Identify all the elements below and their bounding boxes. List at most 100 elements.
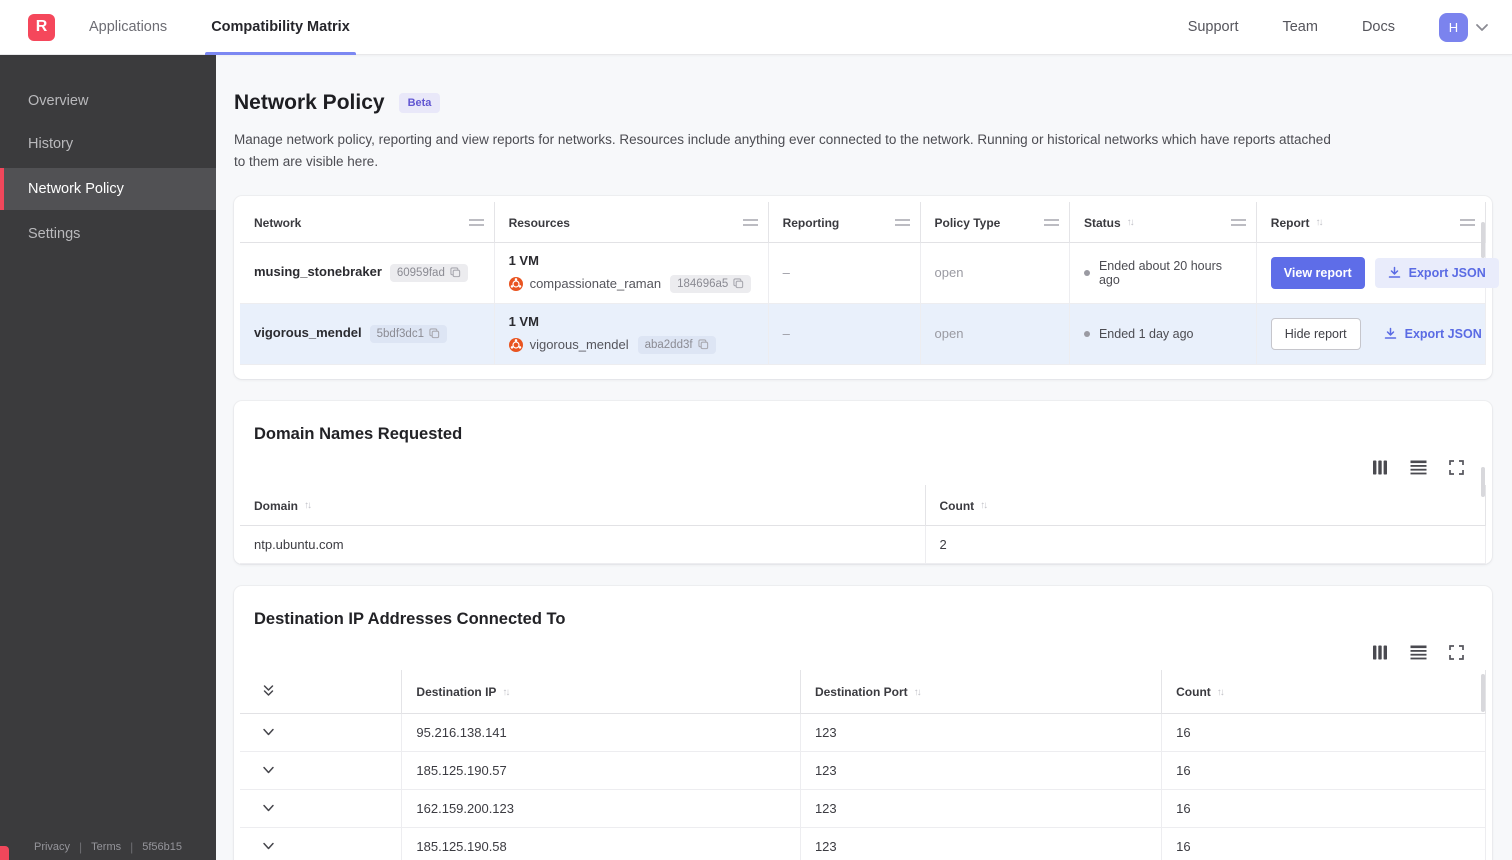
destination-port-value: 123 xyxy=(800,789,1163,828)
chevron-down-icon[interactable] xyxy=(262,842,275,851)
sort-icon[interactable]: ↑↓ xyxy=(1217,687,1225,698)
vertical-scrollbar[interactable] xyxy=(1481,673,1485,712)
sort-icon[interactable]: ↑↓ xyxy=(1315,217,1323,228)
destination-count-value: 16 xyxy=(1161,751,1486,790)
export-json-button[interactable]: Export JSON xyxy=(1374,257,1499,288)
sidebar: Overview History Network Policy Settings… xyxy=(0,55,216,860)
reporting-value: – xyxy=(768,242,921,304)
network-id-badge: 5bdf3dc1 xyxy=(369,324,447,343)
terms-link[interactable]: Terms xyxy=(91,841,121,853)
copy-icon[interactable] xyxy=(733,278,744,289)
sidebar-item-overview[interactable]: Overview xyxy=(0,82,216,120)
tab-compatibility-matrix[interactable]: Compatibility Matrix xyxy=(205,0,356,55)
sidebar-item-settings[interactable]: Settings xyxy=(0,215,216,253)
domain-row[interactable]: ntp.ubuntu.com 2 xyxy=(240,525,1487,564)
vertical-scrollbar[interactable] xyxy=(1481,221,1485,258)
col-header-destination-port[interactable]: Destination Port ↑↓ xyxy=(800,669,1163,714)
page-description: Manage network policy, reporting and vie… xyxy=(234,132,1331,170)
destination-port-value: 123 xyxy=(800,827,1163,860)
networks-card: Network Resources Reporting Policy Type … xyxy=(234,195,1499,379)
policy-type-value: open xyxy=(920,242,1070,304)
column-resize-handle-icon[interactable] xyxy=(1230,219,1246,227)
destination-row: 185.125.190.57 123 16 xyxy=(240,751,1486,790)
destination-count-value: 16 xyxy=(1161,713,1486,752)
fullscreen-expand-icon[interactable] xyxy=(1449,459,1464,475)
destinations-card: Destination IP Addresses Connected To De… xyxy=(234,585,1492,860)
destination-ip-value: 185.125.190.57 xyxy=(401,751,801,790)
nav-link-docs[interactable]: Docs xyxy=(1362,19,1395,35)
network-name: vigorous_mendel xyxy=(254,324,362,340)
col-header-report[interactable]: Report ↑↓ xyxy=(1256,201,1487,243)
destination-row: 185.125.190.58 123 16 xyxy=(240,827,1486,860)
view-report-button[interactable]: View report xyxy=(1270,256,1365,289)
nav-link-team[interactable]: Team xyxy=(1282,19,1317,35)
double-chevron-down-icon[interactable] xyxy=(262,684,275,698)
row-density-icon[interactable] xyxy=(1410,645,1427,660)
vm-count: 1 VM xyxy=(508,313,539,329)
export-json-button[interactable]: Export JSON xyxy=(1371,319,1495,349)
sort-icon[interactable]: ↑↓ xyxy=(1127,217,1135,228)
columns-icon[interactable] xyxy=(1372,460,1388,475)
resource-name: compassionate_raman xyxy=(529,276,662,292)
sidebar-item-history[interactable]: History xyxy=(0,125,216,163)
hide-report-button[interactable]: Hide report xyxy=(1270,317,1361,350)
status-dot-icon xyxy=(1083,269,1090,276)
domains-card-title: Domain Names Requested xyxy=(254,424,463,443)
sidebar-item-network-policy[interactable]: Network Policy xyxy=(0,168,216,210)
col-header-network[interactable]: Network xyxy=(240,201,495,243)
user-avatar[interactable]: H xyxy=(1439,12,1468,42)
col-header-count[interactable]: Count ↑↓ xyxy=(925,484,1487,526)
corner-red-accent xyxy=(0,846,9,860)
sort-icon[interactable]: ↑↓ xyxy=(980,500,988,511)
reporting-value: – xyxy=(768,303,921,365)
destination-ip-value: 185.125.190.58 xyxy=(401,827,801,860)
vm-count: 1 VM xyxy=(508,252,539,268)
col-header-reporting[interactable]: Reporting xyxy=(768,201,921,243)
column-resize-handle-icon[interactable] xyxy=(468,219,484,227)
chevron-down-icon[interactable] xyxy=(262,804,275,813)
vertical-scrollbar[interactable] xyxy=(1481,466,1485,497)
col-header-expand-all[interactable] xyxy=(240,669,403,714)
chevron-down-icon[interactable] xyxy=(262,766,275,775)
copy-icon[interactable] xyxy=(429,328,440,339)
network-name: musing_stonebraker xyxy=(254,263,382,279)
privacy-link[interactable]: Privacy xyxy=(34,841,70,853)
destination-ip-value: 162.159.200.123 xyxy=(401,789,801,828)
domain-value: ntp.ubuntu.com xyxy=(240,525,926,564)
resource-id-badge: aba2dd3f xyxy=(637,335,716,354)
app-logo[interactable]: R xyxy=(28,13,55,41)
col-header-destination-ip[interactable]: Destination IP ↑↓ xyxy=(401,669,801,714)
status-cell: Ended about 20 hours ago xyxy=(1083,259,1246,287)
col-header-domain[interactable]: Domain ↑↓ xyxy=(240,484,926,526)
column-resize-handle-icon[interactable] xyxy=(894,219,910,227)
column-resize-handle-icon[interactable] xyxy=(742,219,758,227)
destination-row: 162.159.200.123 123 16 xyxy=(240,789,1486,828)
resource-id-badge: 184696a5 xyxy=(670,274,752,293)
user-menu-chevron-down-icon[interactable] xyxy=(1474,19,1490,35)
col-header-resources[interactable]: Resources xyxy=(494,201,769,243)
column-resize-handle-icon[interactable] xyxy=(1043,219,1059,227)
col-header-status[interactable]: Status ↑↓ xyxy=(1069,201,1257,243)
destination-row: 95.216.138.141 123 16 xyxy=(240,713,1486,752)
col-header-count[interactable]: Count ↑↓ xyxy=(1161,669,1486,714)
sort-icon[interactable]: ↑↓ xyxy=(304,500,312,511)
column-resize-handle-icon[interactable] xyxy=(1460,219,1475,227)
columns-icon[interactable] xyxy=(1372,645,1388,660)
row-density-icon[interactable] xyxy=(1410,460,1427,475)
resource-name: vigorous_mendel xyxy=(529,337,629,353)
nav-link-support[interactable]: Support xyxy=(1188,19,1239,35)
chevron-down-icon[interactable] xyxy=(262,728,275,737)
build-hash: 5f56b15 xyxy=(142,841,183,853)
destination-ip-value: 95.216.138.141 xyxy=(401,713,801,752)
destination-count-value: 16 xyxy=(1161,827,1486,860)
copy-icon[interactable] xyxy=(450,267,461,278)
network-row: musing_stonebraker 60959fad 1 VM compassi… xyxy=(240,242,1499,304)
copy-icon[interactable] xyxy=(697,339,709,350)
status-dot-icon xyxy=(1083,330,1090,337)
fullscreen-expand-icon[interactable] xyxy=(1449,644,1464,660)
col-header-policy-type[interactable]: Policy Type xyxy=(920,201,1070,243)
sort-icon[interactable]: ↑↓ xyxy=(502,687,510,698)
sort-icon[interactable]: ↑↓ xyxy=(914,687,922,698)
network-id-badge: 60959fad xyxy=(389,263,468,282)
tab-applications[interactable]: Applications xyxy=(89,0,167,55)
